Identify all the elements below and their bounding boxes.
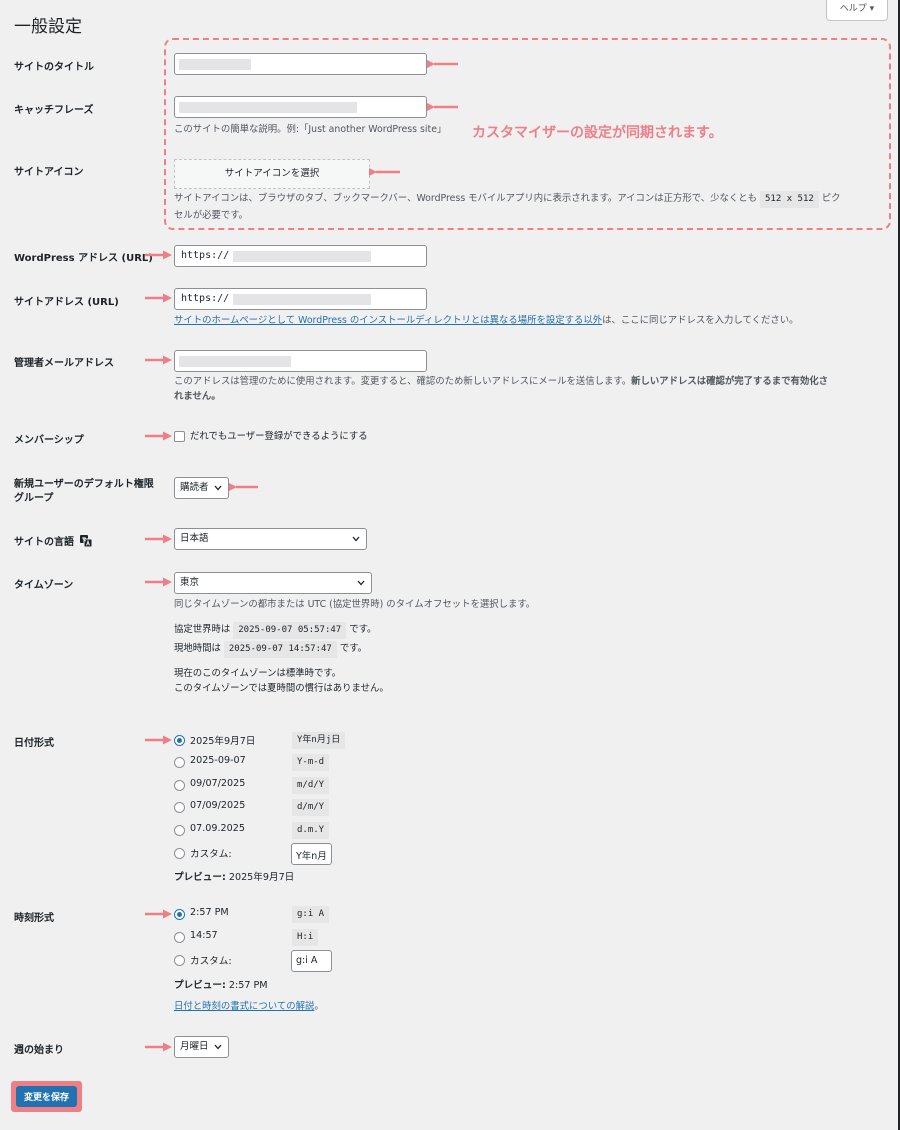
arrowhead xyxy=(163,909,172,919)
arrowhead xyxy=(163,293,172,303)
arrowhead xyxy=(163,735,172,745)
arrowhead xyxy=(163,1042,172,1052)
arrowhead xyxy=(163,250,172,260)
arrowhead xyxy=(163,577,172,587)
arrowhead xyxy=(163,355,172,365)
annotation-arrows xyxy=(145,60,458,1052)
arrowhead xyxy=(163,431,172,441)
arrowhead xyxy=(163,534,172,544)
